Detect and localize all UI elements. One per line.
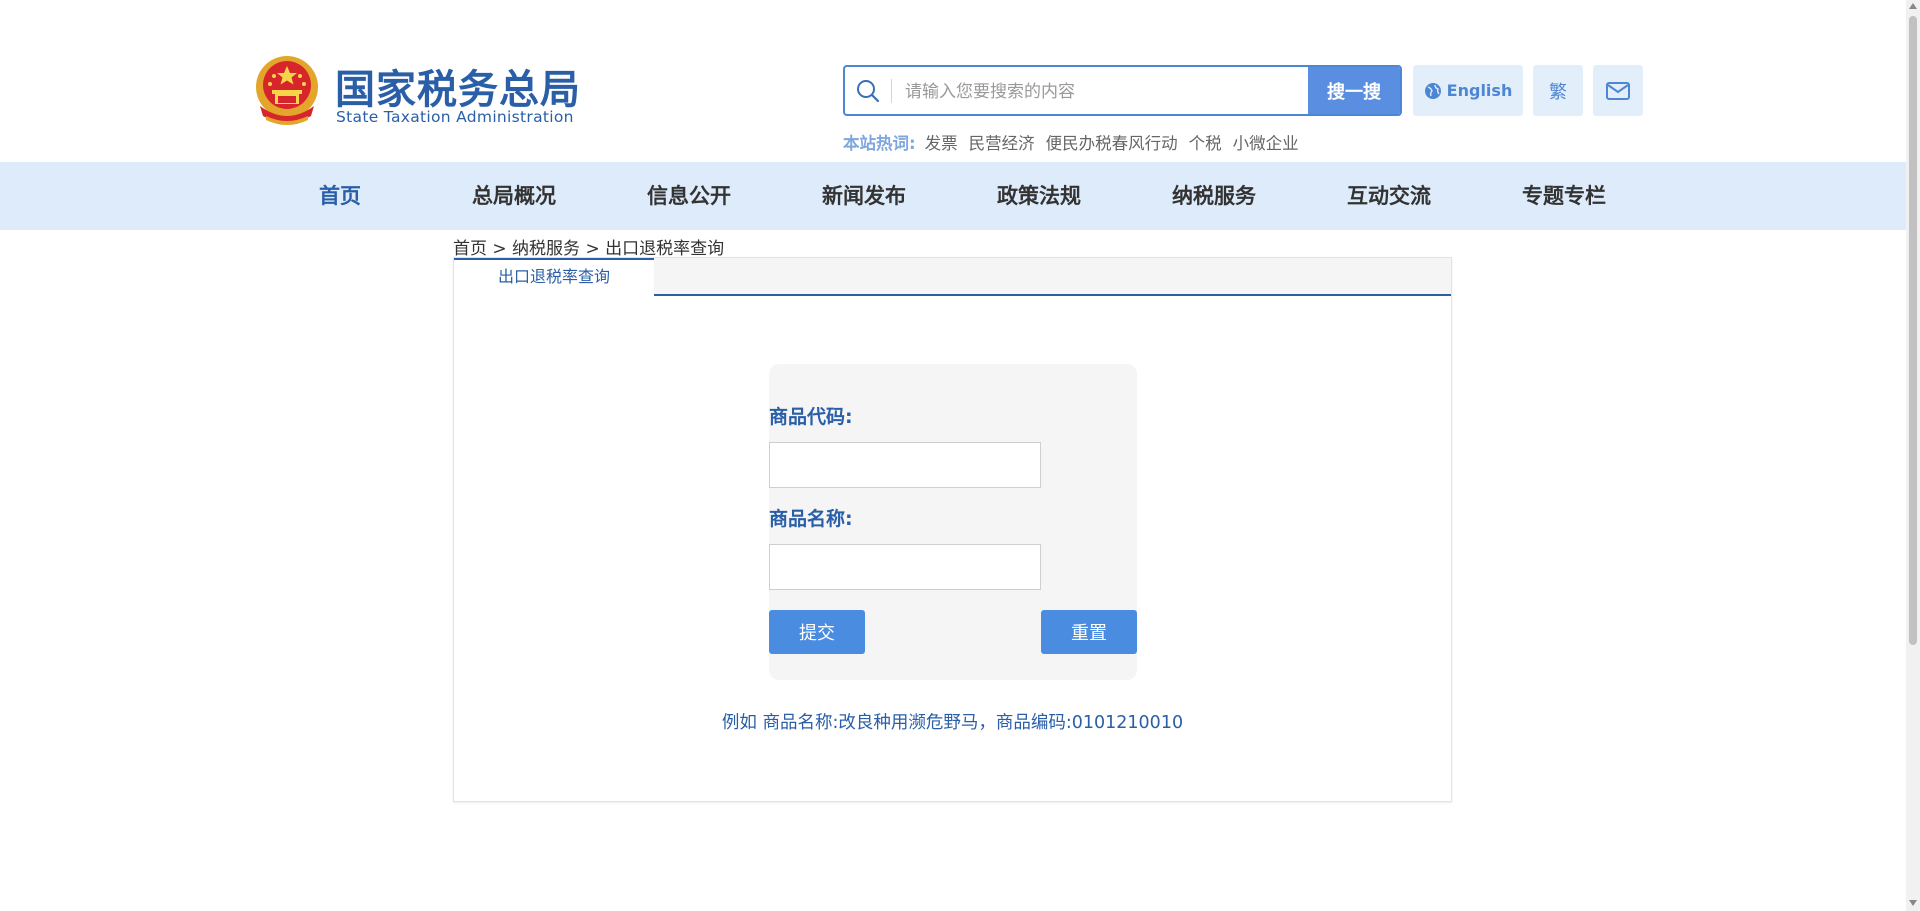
page-scrollbar[interactable] [1906,0,1920,911]
hot-word-link[interactable]: 民营经济 [969,130,1035,154]
hot-word-link[interactable]: 小微企业 [1233,130,1299,154]
mail-icon [1606,81,1630,100]
hot-word-link[interactable]: 便民办税春风行动 [1046,130,1178,154]
nav-item-overview[interactable]: 总局概况 [472,162,556,230]
hot-words: 本站热词: 发票 民营经济 便民办税春风行动 个税 小微企业 [843,130,1299,154]
product-code-input[interactable] [769,442,1041,488]
main-nav: 首页 总局概况 信息公开 新闻发布 政策法规 纳税服务 互动交流 专题专栏 [0,162,1906,230]
scroll-down-arrow-icon[interactable] [1909,900,1917,906]
product-code-label: 商品代码: [769,406,853,428]
hot-word-link[interactable]: 个税 [1189,130,1222,154]
nav-item-home[interactable]: 首页 [319,162,361,230]
search-divider [891,79,892,103]
product-name-input[interactable] [769,544,1041,590]
scroll-up-arrow-icon[interactable] [1909,3,1917,9]
mail-button[interactable] [1593,65,1643,116]
english-button[interactable]: English [1413,65,1523,116]
search-button[interactable]: 搜一搜 [1308,67,1400,114]
query-panel: 出口退税率查询 商品代码: 商品名称: 提交 重置 例如 商品名称:改良种用濒危… [453,257,1452,802]
nav-item-interaction[interactable]: 互动交流 [1347,162,1431,230]
nav-item-info[interactable]: 信息公开 [647,162,731,230]
example-text: 例如 商品名称:改良种用濒危野马，商品编码:0101210010 [721,713,1184,733]
tab-export-rebate-query[interactable]: 出口退税率查询 [454,258,654,296]
nav-item-news[interactable]: 新闻发布 [822,162,906,230]
logo-title-cn: 国家税务总局 [335,66,581,113]
page: 国家税务总局 State Taxation Administration 搜一搜… [0,0,1906,911]
globe-icon [1424,82,1441,99]
scroll-thumb[interactable] [1909,16,1917,645]
logo-title-en: State Taxation Administration [336,108,574,126]
nav-item-special[interactable]: 专题专栏 [1522,162,1606,230]
product-name-label: 商品名称: [769,508,853,530]
hot-word-link[interactable]: 发票 [925,130,958,154]
query-form: 商品代码: 商品名称: 提交 重置 [769,364,1137,680]
nav-item-service[interactable]: 纳税服务 [1172,162,1256,230]
traditional-chinese-button[interactable]: 繁 [1533,65,1583,116]
national-emblem-icon [256,56,318,125]
search-box: 搜一搜 [843,65,1402,116]
search-icon [857,80,880,103]
english-label: English [1446,81,1513,100]
site-logo[interactable]: 国家税务总局 State Taxation Administration [252,52,582,132]
reset-button[interactable]: 重置 [1041,610,1137,654]
nav-item-policy[interactable]: 政策法规 [997,162,1081,230]
submit-button[interactable]: 提交 [769,610,865,654]
hot-words-label: 本站热词: [843,134,916,153]
breadcrumb[interactable]: 首页 > 纳税服务 > 出口退税率查询 [453,234,724,259]
search-input[interactable] [903,75,1307,109]
